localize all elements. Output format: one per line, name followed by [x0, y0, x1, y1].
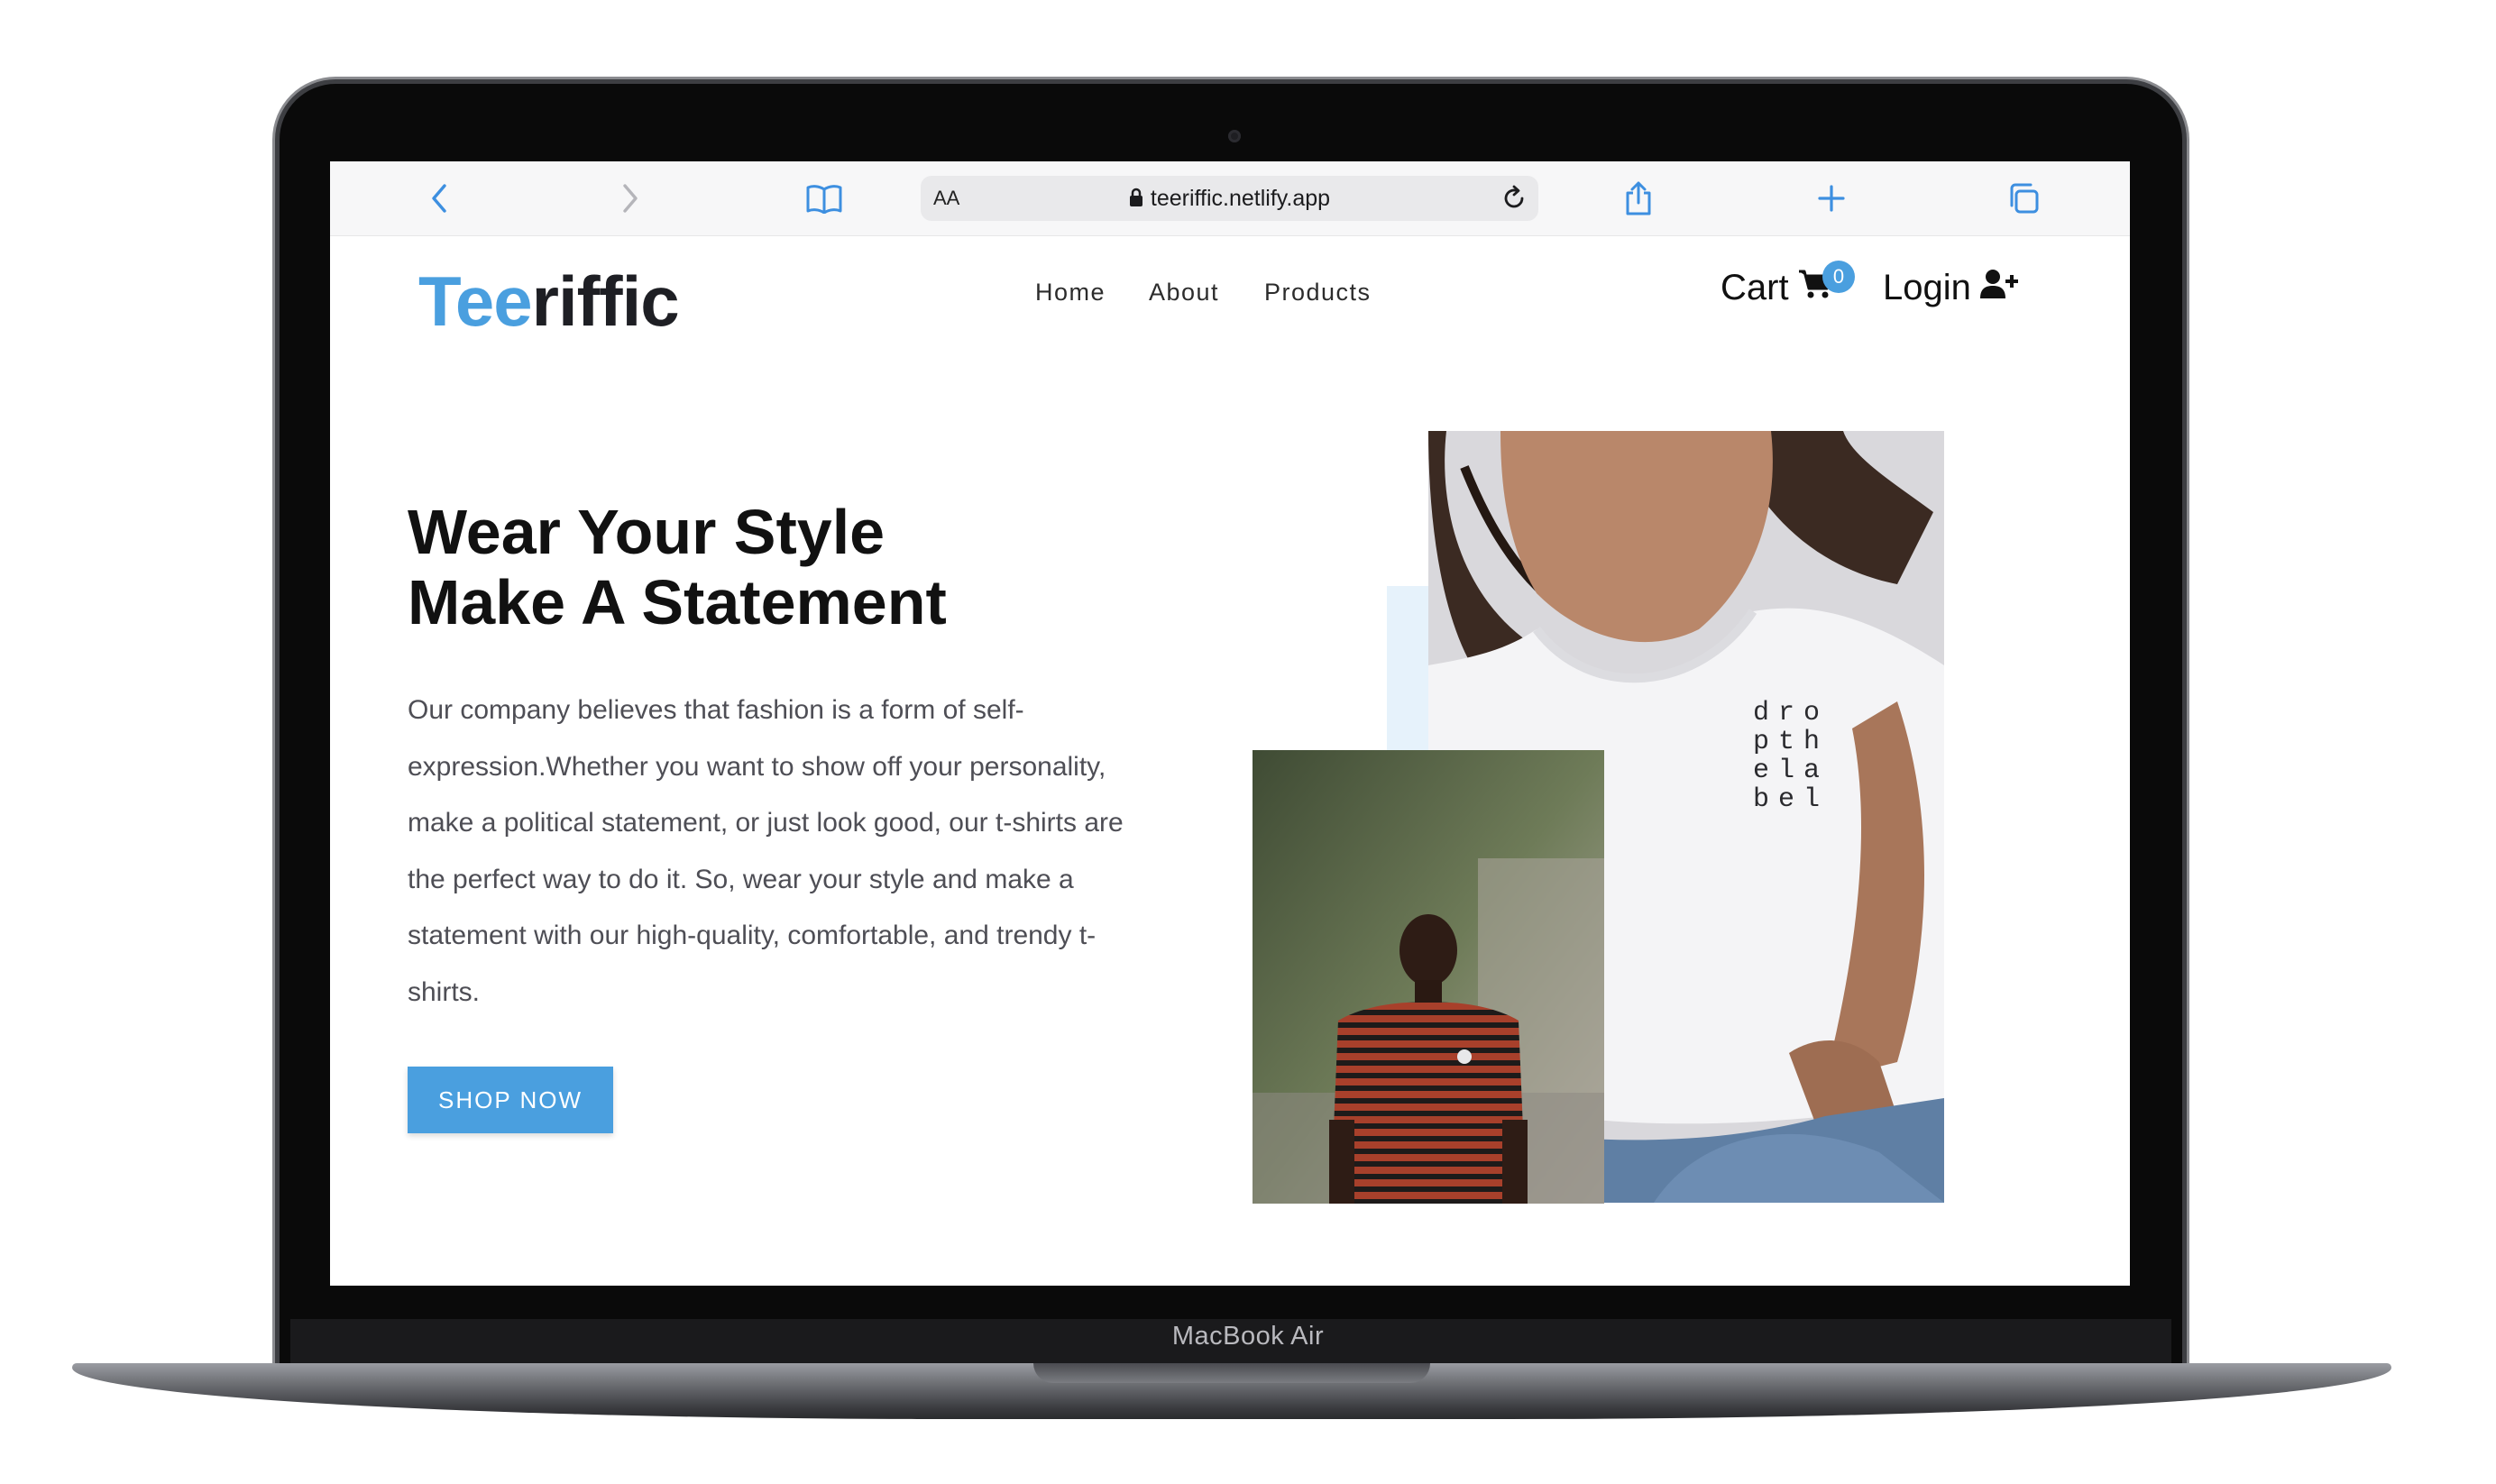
- share-icon[interactable]: [1618, 178, 1659, 219]
- camera-icon: [1228, 130, 1241, 142]
- browser-toolbar: AA teeriffic.netlify.app: [330, 161, 2130, 236]
- hero-image-man-striped-shirt: [1253, 750, 1604, 1204]
- hero-title: Wear Your Style Make A Statement: [408, 497, 947, 637]
- url-text: teeriffic.netlify.app: [1150, 186, 1331, 211]
- login-label: Login: [1883, 268, 1971, 307]
- forward-icon[interactable]: [610, 178, 651, 219]
- bookmarks-icon[interactable]: [803, 178, 845, 219]
- cart-count-badge: 0: [1822, 261, 1855, 293]
- back-icon[interactable]: [418, 178, 460, 219]
- device-label: MacBook Air: [1171, 1322, 1325, 1351]
- man-striped-shirt-illustration: [1253, 750, 1604, 1204]
- nav-products[interactable]: Products: [1264, 279, 1372, 307]
- site-logo[interactable]: Teeriffic: [418, 261, 680, 343]
- browser-screen: AA teeriffic.netlify.app Teeriffic Home …: [330, 161, 2130, 1286]
- tabs-icon[interactable]: [2003, 178, 2044, 219]
- shirt-print-text: dro pth ela bel: [1753, 698, 1830, 815]
- shop-now-button[interactable]: SHOP NOW: [408, 1067, 613, 1133]
- reload-icon[interactable]: [1500, 185, 1528, 216]
- cart-label: Cart: [1721, 268, 1789, 307]
- login-link[interactable]: Login: [1883, 268, 2018, 308]
- nav-about[interactable]: About: [1149, 279, 1219, 307]
- cart-link[interactable]: Cart: [1721, 268, 1834, 308]
- laptop-hinge-notch: [1033, 1363, 1430, 1383]
- user-plus-icon: [1979, 268, 2018, 308]
- hero-description: Our company believes that fashion is a f…: [408, 695, 1124, 1007]
- address-bar[interactable]: AA teeriffic.netlify.app: [921, 176, 1538, 221]
- lock-icon: [1129, 188, 1143, 214]
- new-tab-icon[interactable]: [1811, 178, 1852, 219]
- nav-home[interactable]: Home: [1035, 279, 1106, 307]
